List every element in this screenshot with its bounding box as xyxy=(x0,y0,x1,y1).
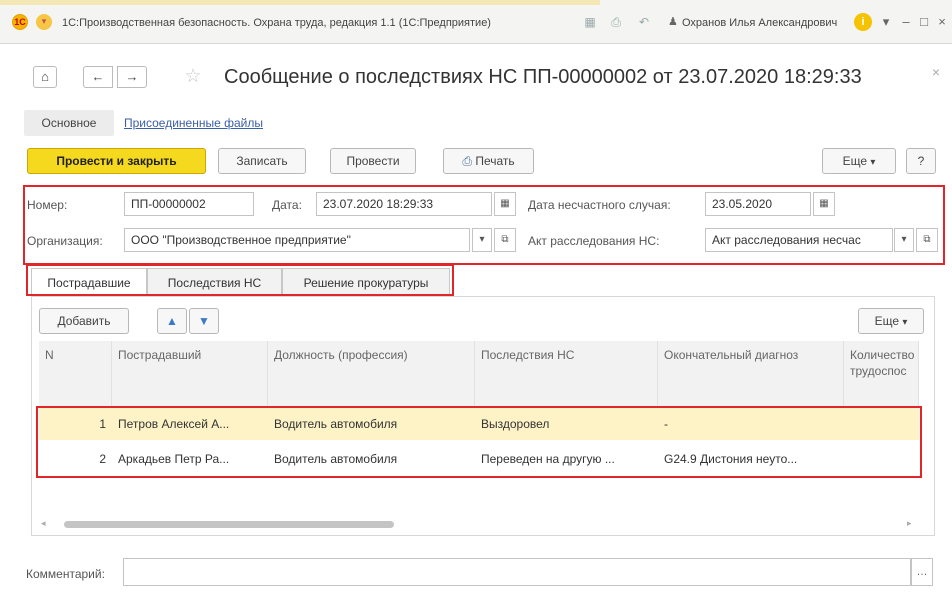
arrow-right-icon: → xyxy=(125,69,139,84)
print-button-label: Печать xyxy=(475,154,515,168)
table-rows-frame xyxy=(36,406,922,478)
column-header-consequence[interactable]: Последствия НС xyxy=(475,341,658,407)
column-header-n[interactable]: N xyxy=(39,341,112,407)
calendar-icon: ▦ xyxy=(819,198,829,209)
chevron-down-icon: ▾ xyxy=(41,16,47,26)
home-button[interactable]: ⌂ xyxy=(33,66,57,88)
save-button[interactable]: Записать xyxy=(218,148,306,174)
add-row-button[interactable]: Добавить xyxy=(39,308,129,334)
chevron-down-icon: ▾ xyxy=(870,157,876,168)
open-link-icon: ⧉ xyxy=(501,234,509,245)
organization-open-button[interactable]: ⧉ xyxy=(494,228,516,252)
app-menu-button[interactable]: ▾ xyxy=(36,14,52,30)
forward-button[interactable]: → xyxy=(117,66,147,88)
inner-tabs-frame xyxy=(26,264,454,296)
number-label: Номер: xyxy=(27,198,68,212)
open-link-icon: ⧉ xyxy=(923,234,931,245)
chevron-down-icon: ▾ xyxy=(901,234,907,245)
accident-date-field[interactable]: 23.05.2020 xyxy=(705,192,811,216)
date-label: Дата: xyxy=(272,198,302,212)
move-down-button[interactable]: ▼ xyxy=(189,308,219,334)
title-bar-highlight xyxy=(0,0,600,5)
act-open-button[interactable]: ⧉ xyxy=(916,228,938,252)
scroll-right-icon[interactable]: ▸ xyxy=(907,518,917,530)
act-field[interactable]: Акт расследования несчас xyxy=(705,228,893,252)
column-header-victim[interactable]: Пострадавший xyxy=(112,341,268,407)
table-more-button[interactable]: Еще ▾ xyxy=(858,308,924,334)
post-button[interactable]: Провести xyxy=(330,148,416,174)
more-actions-button[interactable]: Еще ▾ xyxy=(822,148,896,174)
favorite-star-icon[interactable]: ☆ xyxy=(182,66,204,88)
calendar-icon: ▦ xyxy=(500,198,510,209)
app-logo[interactable]: 1С xyxy=(12,14,28,30)
info-icon[interactable]: i xyxy=(854,13,872,31)
print-button[interactable]: ⎙ Печать xyxy=(443,148,534,174)
dropdown-icon[interactable]: ▾ xyxy=(878,13,894,31)
more-label: Еще xyxy=(842,154,868,168)
close-window-button[interactable]: × xyxy=(934,13,950,31)
restore-button[interactable]: □ xyxy=(916,13,932,31)
organization-field[interactable]: ООО "Производственное предприятие" xyxy=(124,228,470,252)
accident-date-label: Дата несчастного случая: xyxy=(528,198,671,212)
post-and-close-button[interactable]: Провести и закрыть xyxy=(27,148,206,174)
scrollbar-thumb[interactable] xyxy=(64,521,394,528)
number-field[interactable]: ПП-00000002 xyxy=(124,192,254,216)
column-header-position[interactable]: Должность (профессия) xyxy=(268,341,475,407)
back-button[interactable]: ← xyxy=(83,66,113,88)
print-icon[interactable]: ⎙ xyxy=(608,14,624,30)
organization-label: Организация: xyxy=(27,234,103,248)
act-label: Акт расследования НС: xyxy=(528,234,660,248)
act-dropdown-button[interactable]: ▾ xyxy=(894,228,914,252)
ellipsis-icon: … xyxy=(916,566,928,578)
printer-icon: ⎙ xyxy=(462,154,472,168)
arrow-left-icon: ← xyxy=(91,69,105,84)
date-field[interactable]: 23.07.2020 18:29:33 xyxy=(316,192,492,216)
column-header-diagnosis[interactable]: Окончательный диагноз xyxy=(658,341,844,407)
chevron-down-icon: ▾ xyxy=(902,317,908,328)
calendar-button[interactable]: ▦ xyxy=(494,192,516,216)
tab-attached-files[interactable]: Присоединенные файлы xyxy=(124,110,294,136)
grid-icon[interactable]: ▦ xyxy=(582,14,598,30)
page-title: Сообщение о последствиях НС ПП-00000002 … xyxy=(224,66,862,88)
close-form-icon[interactable]: × xyxy=(928,64,944,80)
home-icon: ⌂ xyxy=(41,69,49,84)
minimize-button[interactable]: – xyxy=(898,13,914,31)
user-icon: ♟ xyxy=(668,16,678,28)
chevron-down-icon: ▾ xyxy=(479,234,485,245)
organization-dropdown-button[interactable]: ▾ xyxy=(472,228,492,252)
current-user[interactable]: Охранов Илья Александрович xyxy=(682,14,852,32)
table-more-label: Еще xyxy=(874,314,900,328)
help-button[interactable]: ? xyxy=(906,148,936,174)
tab-main[interactable]: Основное xyxy=(24,110,114,136)
accident-calendar-button[interactable]: ▦ xyxy=(813,192,835,216)
move-up-button[interactable]: ▲ xyxy=(157,308,187,334)
arrow-down-icon: ▼ xyxy=(198,314,210,328)
arrow-up-icon: ▲ xyxy=(166,314,178,328)
column-header-work-days[interactable]: Количество трудоспос xyxy=(844,341,919,407)
window-title: 1С:Производственная безопасность. Охрана… xyxy=(62,17,491,29)
history-back-icon[interactable]: ↶ xyxy=(636,14,652,30)
comment-expand-button[interactable]: … xyxy=(911,558,933,586)
comment-label: Комментарий: xyxy=(26,567,105,581)
comment-field[interactable] xyxy=(123,558,911,586)
